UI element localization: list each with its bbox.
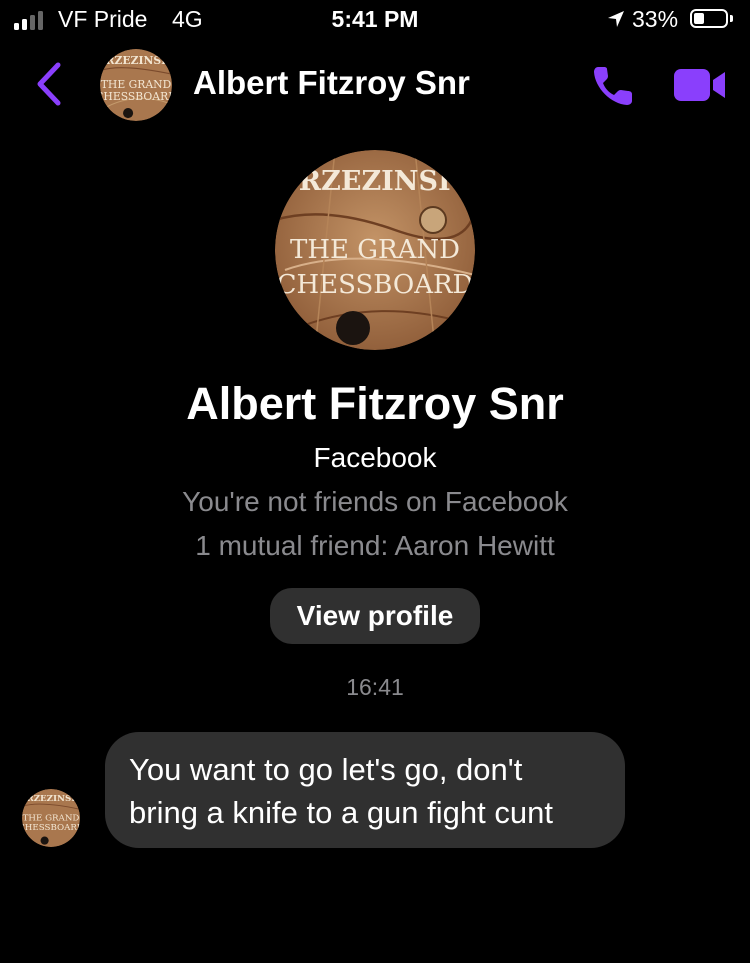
book-cover-avatar-small: BRZEZINSKI THE GRAND CHESSBOARD [22,789,80,847]
message-timestamp: 16:41 [346,674,404,700]
battery-percent: 33% [632,6,679,32]
avatar-title-line2-large: CHESSBOARD [277,270,474,300]
book-cover-avatar: BRZEZINSKI THE GRAND CHESSBOARD [100,49,172,121]
location-arrow-icon [608,11,624,27]
sender-avatar[interactable]: BRZEZINSKI THE GRAND CHESSBOARD [22,789,80,847]
avatar-title-line1: THE GRAND [101,78,172,91]
book-cover-avatar-large: BRZEZINSKI THE GRAND CHESSBOARD [275,150,475,350]
avatar-author-text-small: BRZEZINSKI [22,794,80,804]
battery-icon [690,9,728,28]
status-bar: VF Pride 4G 5:41 PM 33% [0,0,750,40]
chevron-left-icon[interactable] [34,62,64,106]
avatar-title-line1-large: THE GRAND [290,235,460,265]
battery-level-fill [694,13,704,24]
avatar-title-line1-small: THE GRAND [23,813,80,823]
profile-name: Albert Fitzroy Snr [186,378,564,429]
profile-avatar[interactable]: BRZEZINSKI THE GRAND CHESSBOARD [275,150,475,350]
mutual-friends: 1 mutual friend: Aaron Hewitt [195,530,555,561]
video-camera-icon[interactable] [672,66,728,104]
contact-avatar[interactable]: BRZEZINSKI THE GRAND CHESSBOARD [100,49,172,121]
avatar-author-text-large: BRZEZINSKI [276,166,474,197]
avatar-author-text: BRZEZINSKI [100,54,172,67]
view-profile-button[interactable]: View profile [270,588,480,644]
message-bubble[interactable]: You want to go let's go, don't bring a k… [105,732,625,848]
friend-status: You're not friends on Facebook [182,486,568,517]
profile-source: Facebook [313,442,437,473]
avatar-title-line2: CHESSBOARD [100,90,172,103]
header-contact-name[interactable]: Albert Fitzroy Snr [193,64,470,102]
avatar-title-line2-small: CHESSBOARD [22,823,80,833]
battery-cap [730,15,733,22]
phone-icon[interactable] [592,63,636,107]
